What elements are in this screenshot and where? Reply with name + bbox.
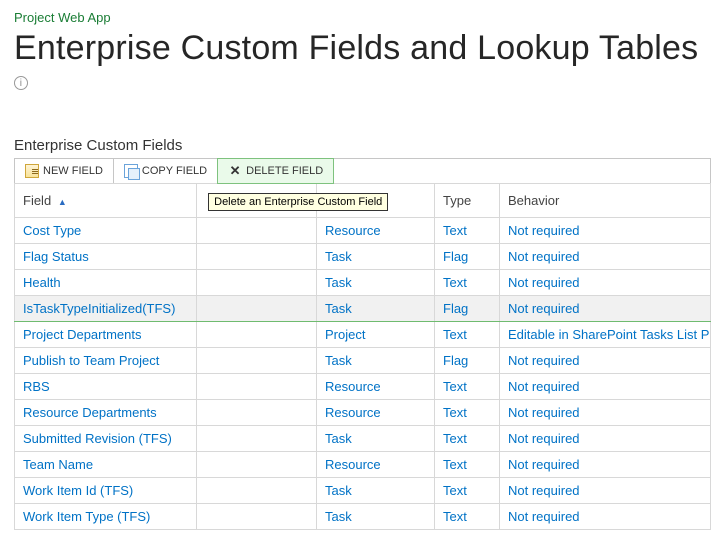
- entity-link[interactable]: Task: [325, 249, 352, 264]
- field-link[interactable]: Cost Type: [23, 223, 81, 238]
- col-header-field-label: Field: [23, 193, 51, 208]
- table-row[interactable]: IsTaskTypeInitialized(TFS) Task Flag Not re…: [15, 296, 711, 322]
- toolbar: NEW FIELD COPY FIELD ✕ DELETE FIELD Dele…: [14, 158, 711, 183]
- cell-empty: [197, 504, 317, 530]
- fields-table: Field ▲ Type Behavior Cost TypeResourceT…: [14, 183, 711, 530]
- type-link[interactable]: Text: [443, 431, 467, 446]
- behavior-link[interactable]: Not required: [508, 405, 580, 420]
- behavior-link[interactable]: Not required: [508, 249, 580, 264]
- table-row[interactable]: Flag Status Task Flag Not required: [15, 244, 711, 270]
- cell-empty: [197, 218, 317, 244]
- entity-link[interactable]: Task: [325, 509, 352, 524]
- breadcrumb[interactable]: Project Web App: [14, 10, 711, 25]
- col-header-field[interactable]: Field ▲: [15, 184, 197, 218]
- type-link[interactable]: Text: [443, 509, 467, 524]
- field-link[interactable]: IsTaskTypeInitialized(TFS): [23, 301, 175, 316]
- type-link[interactable]: Text: [443, 275, 467, 290]
- behavior-link[interactable]: Not required: [508, 379, 580, 394]
- type-link[interactable]: Flag: [443, 353, 468, 368]
- table-row[interactable]: Cost Type Resource Text Not required: [15, 218, 711, 244]
- copy-field-icon: [124, 164, 138, 178]
- cell-empty: [197, 374, 317, 400]
- behavior-link[interactable]: Not required: [508, 431, 580, 446]
- field-link[interactable]: Work Item Type (TFS): [23, 509, 150, 524]
- cell-empty: [197, 452, 317, 478]
- cell-empty: [197, 478, 317, 504]
- field-link[interactable]: RBS: [23, 379, 50, 394]
- col-header-type[interactable]: Type: [435, 184, 500, 218]
- sort-asc-icon: ▲: [58, 197, 67, 207]
- entity-link[interactable]: Task: [325, 353, 352, 368]
- field-link[interactable]: Team Name: [23, 457, 93, 472]
- table-row[interactable]: Project Departments Project Text Editable i…: [15, 322, 711, 348]
- delete-field-tooltip: Delete an Enterprise Custom Field: [208, 193, 388, 211]
- behavior-link[interactable]: Not required: [508, 457, 580, 472]
- cell-empty: [197, 400, 317, 426]
- field-link[interactable]: Project Departments: [23, 327, 142, 342]
- section-title: Enterprise Custom Fields: [14, 137, 711, 154]
- new-field-button[interactable]: NEW FIELD: [15, 159, 114, 183]
- new-field-icon: [25, 164, 39, 178]
- new-field-label: NEW FIELD: [43, 165, 103, 177]
- copy-field-label: COPY FIELD: [142, 165, 207, 177]
- table-row[interactable]: Health Task Text Not required: [15, 270, 711, 296]
- cell-empty: [197, 244, 317, 270]
- behavior-link[interactable]: Not required: [508, 275, 580, 290]
- type-link[interactable]: Flag: [443, 301, 468, 316]
- entity-link[interactable]: Task: [325, 483, 352, 498]
- table-row[interactable]: Resource Departments Resource Text Not requ…: [15, 400, 711, 426]
- entity-link[interactable]: Task: [325, 275, 352, 290]
- entity-link[interactable]: Resource: [325, 457, 381, 472]
- type-link[interactable]: Text: [443, 405, 467, 420]
- field-link[interactable]: Publish to Team Project: [23, 353, 159, 368]
- field-link[interactable]: Health: [23, 275, 61, 290]
- table-row[interactable]: RBS Resource Text Not required: [15, 374, 711, 400]
- cell-empty: [197, 322, 317, 348]
- table-row[interactable]: Team Name Resource Text Not required: [15, 452, 711, 478]
- entity-link[interactable]: Task: [325, 431, 352, 446]
- table-row[interactable]: Submitted Revision (TFS) Task Text Not requ…: [15, 426, 711, 452]
- type-link[interactable]: Text: [443, 223, 467, 238]
- page-title: Enterprise Custom Fields and Lookup Tabl…: [14, 29, 711, 107]
- behavior-link[interactable]: Not required: [508, 301, 580, 316]
- delete-field-icon: ✕: [228, 164, 242, 178]
- cell-empty: [197, 296, 317, 322]
- entity-link[interactable]: Resource: [325, 223, 381, 238]
- info-icon[interactable]: i: [14, 76, 28, 90]
- type-link[interactable]: Text: [443, 457, 467, 472]
- cell-empty: [197, 348, 317, 374]
- type-link[interactable]: Text: [443, 483, 467, 498]
- cell-empty: [197, 426, 317, 452]
- delete-field-label: DELETE FIELD: [246, 165, 323, 177]
- table-row[interactable]: Work Item Type (TFS) Task Text Not required: [15, 504, 711, 530]
- entity-link[interactable]: Task: [325, 301, 352, 316]
- table-row[interactable]: Work Item Id (TFS) Task Text Not required: [15, 478, 711, 504]
- cell-empty: [197, 270, 317, 296]
- entity-link[interactable]: Project: [325, 327, 365, 342]
- col-header-behavior[interactable]: Behavior: [500, 184, 711, 218]
- behavior-link[interactable]: Not required: [508, 223, 580, 238]
- field-link[interactable]: Submitted Revision (TFS): [23, 431, 172, 446]
- type-link[interactable]: Text: [443, 379, 467, 394]
- behavior-link[interactable]: Editable in SharePoint Tasks List Projec…: [508, 327, 711, 342]
- behavior-link[interactable]: Not required: [508, 509, 580, 524]
- type-link[interactable]: Text: [443, 327, 467, 342]
- copy-field-button[interactable]: COPY FIELD: [114, 159, 218, 183]
- behavior-link[interactable]: Not required: [508, 353, 580, 368]
- behavior-link[interactable]: Not required: [508, 483, 580, 498]
- field-link[interactable]: Work Item Id (TFS): [23, 483, 133, 498]
- page-title-text: Enterprise Custom Fields and Lookup Tabl…: [14, 29, 698, 67]
- type-link[interactable]: Flag: [443, 249, 468, 264]
- entity-link[interactable]: Resource: [325, 405, 381, 420]
- field-link[interactable]: Resource Departments: [23, 405, 157, 420]
- table-row[interactable]: Publish to Team Project Task Flag Not requi…: [15, 348, 711, 374]
- delete-field-button[interactable]: ✕ DELETE FIELD Delete an Enterprise Cust…: [217, 158, 334, 184]
- field-link[interactable]: Flag Status: [23, 249, 89, 264]
- entity-link[interactable]: Resource: [325, 379, 381, 394]
